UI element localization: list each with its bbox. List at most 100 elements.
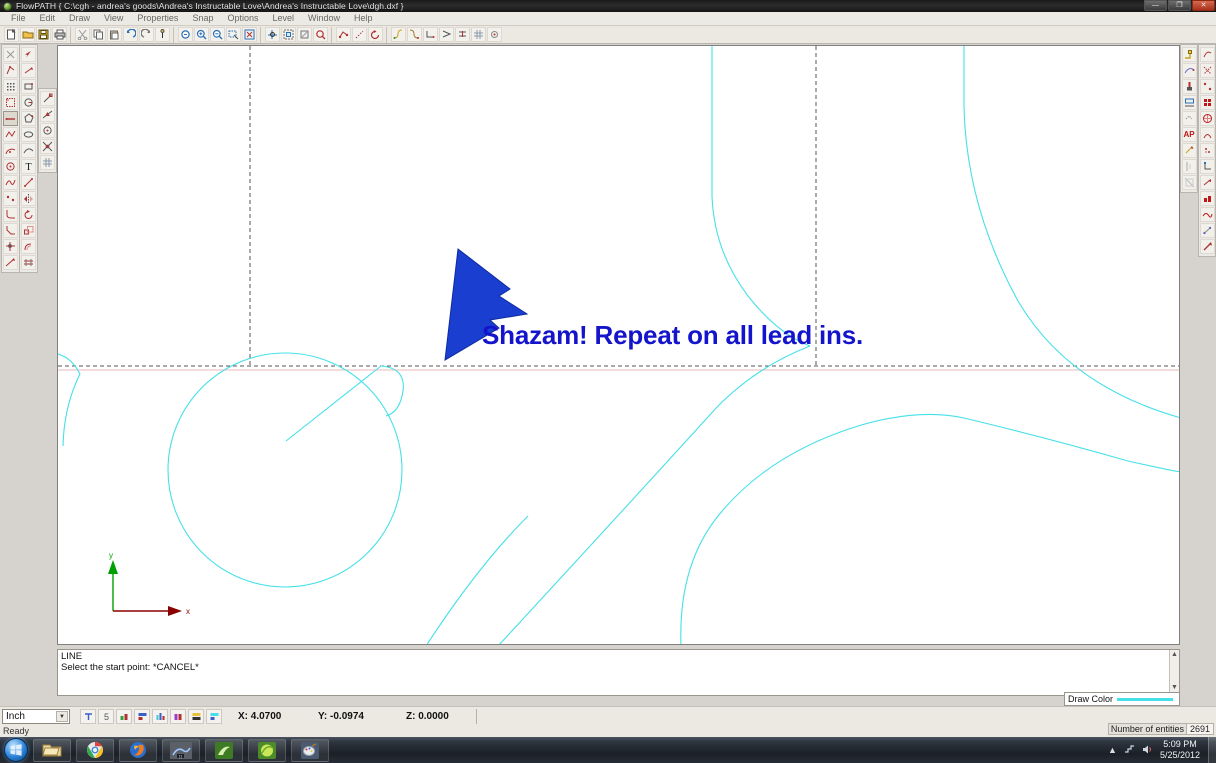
menu-item-edit[interactable]: Edit bbox=[33, 12, 63, 25]
arrow-select-icon[interactable] bbox=[21, 47, 36, 62]
level-fill-icon[interactable] bbox=[134, 708, 150, 724]
show-desktop-button[interactable] bbox=[1208, 737, 1216, 763]
pierce-icon[interactable] bbox=[487, 27, 502, 42]
traverse-icon[interactable] bbox=[1199, 207, 1215, 222]
menu-item-draw[interactable]: Draw bbox=[62, 12, 97, 25]
taskbar-clock[interactable]: 5:09 PM 5/25/2012 bbox=[1160, 739, 1200, 761]
offset-tool-icon[interactable] bbox=[21, 239, 36, 254]
small-corner-icon[interactable] bbox=[1199, 159, 1215, 174]
level-cyan-icon[interactable] bbox=[206, 708, 222, 724]
level-yellow-icon[interactable] bbox=[188, 708, 204, 724]
restore-button[interactable]: ❐ bbox=[1168, 0, 1191, 11]
snap-grid-icon[interactable] bbox=[40, 155, 55, 170]
select-entity-icon[interactable] bbox=[3, 63, 18, 78]
show-hidden-icons-arrow[interactable]: ▲ bbox=[1108, 745, 1117, 755]
zoom-window-icon[interactable] bbox=[226, 27, 241, 42]
print-icon[interactable] bbox=[52, 27, 67, 42]
volume-icon[interactable] bbox=[1142, 744, 1153, 757]
circle-tool-icon[interactable] bbox=[3, 159, 18, 174]
extend-tool-icon[interactable] bbox=[3, 255, 18, 270]
zoom-previous-icon[interactable] bbox=[178, 27, 193, 42]
close-button[interactable]: ✕ bbox=[1192, 0, 1215, 11]
copy-icon[interactable] bbox=[91, 27, 106, 42]
network-icon[interactable] bbox=[1124, 744, 1135, 757]
google-chrome-icon[interactable] bbox=[76, 738, 114, 762]
paint-app-icon[interactable] bbox=[291, 738, 329, 762]
polygon-tool-icon[interactable] bbox=[21, 111, 36, 126]
leadout-add-icon[interactable] bbox=[1181, 63, 1197, 78]
mozilla-firefox-icon[interactable] bbox=[119, 738, 157, 762]
flowpath-app-icon[interactable]: [:] bbox=[162, 738, 200, 762]
menu-item-window[interactable]: Window bbox=[301, 12, 347, 25]
ellipse-tool-icon[interactable] bbox=[21, 127, 36, 142]
grid-icon[interactable] bbox=[471, 27, 486, 42]
corner-icon[interactable] bbox=[423, 27, 438, 42]
zoom-extents-icon[interactable] bbox=[242, 27, 257, 42]
leadin-add-icon[interactable] bbox=[1181, 47, 1197, 62]
path-node-icon[interactable] bbox=[336, 27, 351, 42]
level-bars-icon[interactable] bbox=[152, 708, 168, 724]
snap-midpoint-icon[interactable] bbox=[40, 107, 55, 122]
nest-icon[interactable] bbox=[1199, 79, 1215, 94]
mirror-tool-icon[interactable] bbox=[21, 191, 36, 206]
line-tool-icon[interactable] bbox=[3, 111, 18, 126]
scale-tool-icon[interactable] bbox=[21, 223, 36, 238]
level-t-icon[interactable] bbox=[80, 708, 96, 724]
trim-tool-icon[interactable] bbox=[3, 239, 18, 254]
rotate-tool-icon[interactable] bbox=[21, 207, 36, 222]
measure-icon[interactable] bbox=[155, 27, 170, 42]
level-xh-icon[interactable] bbox=[116, 708, 132, 724]
save-disk-icon[interactable] bbox=[36, 27, 51, 42]
drawing-canvas[interactable]: y x Shazam! Repeat on all lead ins. bbox=[57, 45, 1180, 645]
array-tool-icon[interactable] bbox=[21, 255, 36, 270]
dotted-path-icon[interactable] bbox=[352, 27, 367, 42]
draw-color-indicator[interactable]: Draw Color bbox=[1064, 692, 1180, 706]
select-window-icon[interactable] bbox=[3, 95, 18, 110]
verify-path-icon[interactable] bbox=[1181, 159, 1197, 174]
open-folder-icon[interactable] bbox=[20, 27, 35, 42]
cut-scissors-icon[interactable] bbox=[75, 27, 90, 42]
fit-view-icon[interactable] bbox=[281, 27, 296, 42]
snap-intersect-icon[interactable] bbox=[40, 139, 55, 154]
taper-icon[interactable] bbox=[439, 27, 454, 42]
start-orb-icon[interactable] bbox=[4, 738, 28, 762]
zoom-in-icon[interactable] bbox=[194, 27, 209, 42]
reverse-path-icon[interactable] bbox=[1181, 143, 1197, 158]
menu-item-help[interactable]: Help bbox=[347, 12, 380, 25]
rectangle-tool-icon[interactable] bbox=[21, 79, 36, 94]
menu-item-properties[interactable]: Properties bbox=[130, 12, 185, 25]
spline-tool-icon[interactable] bbox=[3, 175, 18, 190]
green-circle-app-icon[interactable] bbox=[248, 738, 286, 762]
table-icon[interactable] bbox=[1199, 95, 1215, 110]
curve-tool-icon[interactable] bbox=[21, 143, 36, 158]
move-tool-icon[interactable] bbox=[21, 63, 36, 78]
scroll-up-arrow[interactable]: ▲ bbox=[1170, 650, 1179, 659]
lead-out-icon[interactable] bbox=[407, 27, 422, 42]
scroll-down-arrow[interactable]: ▼ bbox=[1170, 683, 1179, 692]
redo-icon[interactable] bbox=[139, 27, 154, 42]
order-path-icon[interactable] bbox=[1181, 95, 1197, 110]
text-tool-icon[interactable]: T bbox=[21, 159, 36, 174]
pierce-point-icon[interactable] bbox=[1181, 79, 1197, 94]
circle2-tool-icon[interactable] bbox=[21, 95, 36, 110]
rapid-move-icon[interactable] bbox=[1199, 175, 1215, 190]
menu-item-level[interactable]: Level bbox=[266, 12, 302, 25]
level-5-icon[interactable]: 5 bbox=[98, 708, 114, 724]
fillet-tool-icon[interactable] bbox=[3, 207, 18, 222]
select-grid-icon[interactable] bbox=[3, 79, 18, 94]
nodes-icon[interactable] bbox=[1199, 223, 1215, 238]
unit-select[interactable]: Inch ▼ bbox=[2, 708, 70, 724]
command-scrollbar[interactable]: ▲ ▼ bbox=[1169, 650, 1179, 695]
menu-item-snap[interactable]: Snap bbox=[185, 12, 220, 25]
minimize-button[interactable]: — bbox=[1144, 0, 1167, 11]
level-blocks-icon[interactable] bbox=[170, 708, 186, 724]
undo-icon[interactable] bbox=[123, 27, 138, 42]
head-origin-icon[interactable] bbox=[1199, 47, 1215, 62]
menu-item-options[interactable]: Options bbox=[220, 12, 265, 25]
cut-speed-icon[interactable] bbox=[1199, 191, 1215, 206]
select-none-icon[interactable] bbox=[3, 47, 18, 62]
rotate-path-icon[interactable] bbox=[368, 27, 383, 42]
polyline-tool-icon[interactable] bbox=[3, 127, 18, 142]
lead-in-icon[interactable] bbox=[391, 27, 406, 42]
redraw-icon[interactable] bbox=[297, 27, 312, 42]
